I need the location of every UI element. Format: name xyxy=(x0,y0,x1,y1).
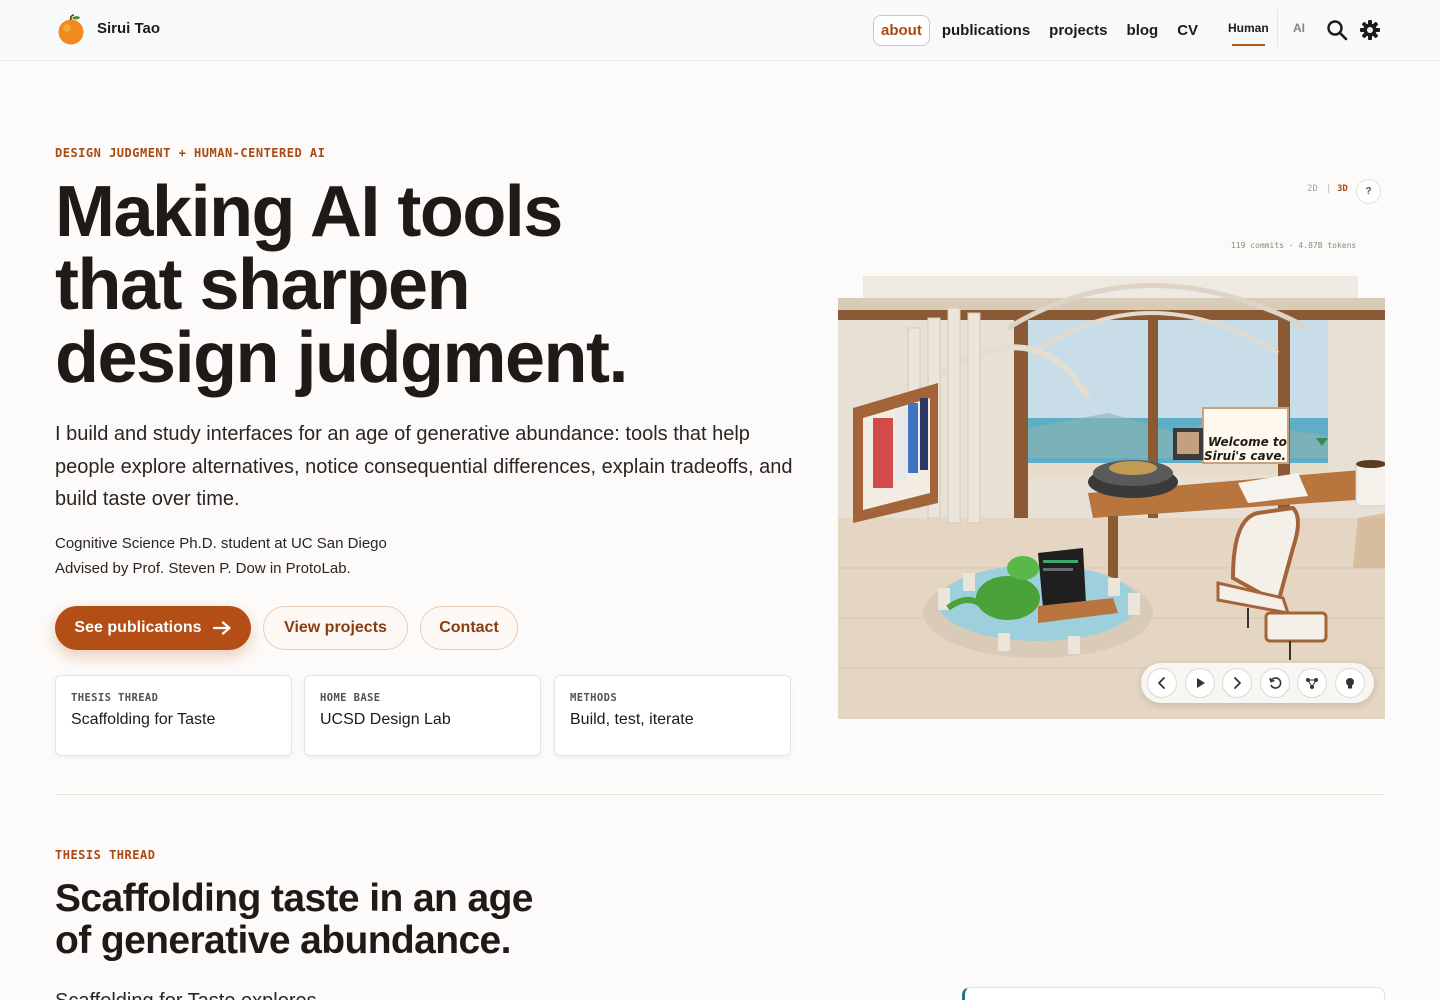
info-card-thesis[interactable]: THESIS THREAD Scaffolding for Taste xyxy=(55,675,292,756)
hero-title-line: Making AI tools xyxy=(55,172,563,252)
hero-eyebrow: DESIGN JUDGMENT + HUMAN-CENTERED AI xyxy=(55,146,326,160)
hero-title-line: design judgment. xyxy=(55,318,629,398)
affiliation-text: Cognitive Science Ph.D. student at UC Sa… xyxy=(55,535,387,552)
room-3d-scene[interactable]: Welcome to Sirui's cave. xyxy=(838,268,1385,719)
aside-card xyxy=(962,987,1385,1000)
info-card-home-base[interactable]: HOME BASE UCSD Design Lab xyxy=(304,675,541,756)
room-illustration: Welcome to Sirui's cave. xyxy=(838,268,1385,719)
next-button[interactable] xyxy=(1222,668,1252,698)
sign-line-1: Welcome to xyxy=(1208,435,1287,449)
prev-icon xyxy=(1158,677,1165,689)
info-card-methods[interactable]: METHODS Build, test, iterate xyxy=(554,675,791,756)
lightbulb-icon xyxy=(1345,678,1354,689)
card-value: UCSD Design Lab xyxy=(320,711,451,728)
nav-link-publications[interactable]: publications xyxy=(935,16,1037,45)
gear-icon[interactable] xyxy=(1359,19,1381,41)
card-label: HOME BASE xyxy=(320,692,381,704)
nav-link-cv[interactable]: CV xyxy=(1170,16,1205,45)
section-body: Scaffolding for Taste explores... xyxy=(55,990,333,1000)
top-nav: Sirui Tao about publications projects bl… xyxy=(0,0,1440,61)
stats-pill: 119 commits · 4.87B tokens xyxy=(1224,238,1364,253)
play-button[interactable] xyxy=(1184,668,1215,698)
graph-icon xyxy=(1306,678,1318,689)
card-label: THESIS THREAD xyxy=(71,692,159,704)
play-icon xyxy=(1196,678,1205,688)
mode-divider xyxy=(1277,9,1278,47)
hero-lead: I build and study interfaces for an age … xyxy=(55,423,793,510)
nav-link-blog[interactable]: blog xyxy=(1120,16,1166,45)
reset-icon xyxy=(1268,677,1281,689)
card-value: Scaffolding for Taste xyxy=(71,711,216,728)
graph-button[interactable] xyxy=(1297,668,1327,698)
arrow-right-icon xyxy=(212,621,231,635)
hero-title-line: that sharpen xyxy=(55,245,471,325)
orange-logo-icon[interactable] xyxy=(57,14,85,46)
view-projects-button[interactable]: View projects xyxy=(263,606,408,650)
see-publications-button[interactable]: See publications xyxy=(55,606,251,650)
card-label: METHODS xyxy=(570,692,618,704)
view-toggle-3d[interactable]: 3D xyxy=(1337,184,1348,194)
brand-name[interactable]: Sirui Tao xyxy=(97,20,160,37)
see-publications-label: See publications xyxy=(74,619,202,636)
hero-title: Making AI tools that sharpen design judg… xyxy=(55,176,795,395)
lightbulb-button[interactable] xyxy=(1334,668,1365,698)
scene-controls xyxy=(1141,663,1374,703)
card-value: Build, test, iterate xyxy=(570,711,694,728)
sign-line-2: Sirui's cave. xyxy=(1204,449,1286,463)
nav-link-about[interactable]: about xyxy=(873,15,930,46)
section-title: Scaffolding taste in an age of generativ… xyxy=(55,878,655,962)
hero-meta: Cognitive Science Ph.D. student at UC Sa… xyxy=(55,531,387,581)
main-nav-links: about publications projects blog CV xyxy=(873,15,1210,46)
section-eyebrow: THESIS THREAD xyxy=(55,848,156,862)
section-title-line: of generative abundance. xyxy=(55,919,511,962)
help-button[interactable]: ? xyxy=(1356,179,1381,204)
nav-link-projects[interactable]: projects xyxy=(1042,16,1114,45)
reset-button[interactable] xyxy=(1259,668,1290,698)
section-divider xyxy=(55,794,1385,795)
advisor-text: Advised by Prof. Steven P. Dow in ProtoL… xyxy=(55,560,351,577)
view-toggle-2d[interactable]: 2D xyxy=(1307,184,1318,194)
section-title-line: Scaffolding taste in an age xyxy=(55,877,533,920)
mode-toggle-ai[interactable]: AI xyxy=(1293,21,1305,35)
contact-button[interactable]: Contact xyxy=(420,606,518,650)
mode-toggle-human[interactable]: Human xyxy=(1228,21,1269,46)
next-icon xyxy=(1234,677,1241,689)
prev-button[interactable] xyxy=(1147,668,1177,698)
search-icon[interactable] xyxy=(1326,19,1348,41)
view-toggle-separator: | xyxy=(1326,184,1332,194)
